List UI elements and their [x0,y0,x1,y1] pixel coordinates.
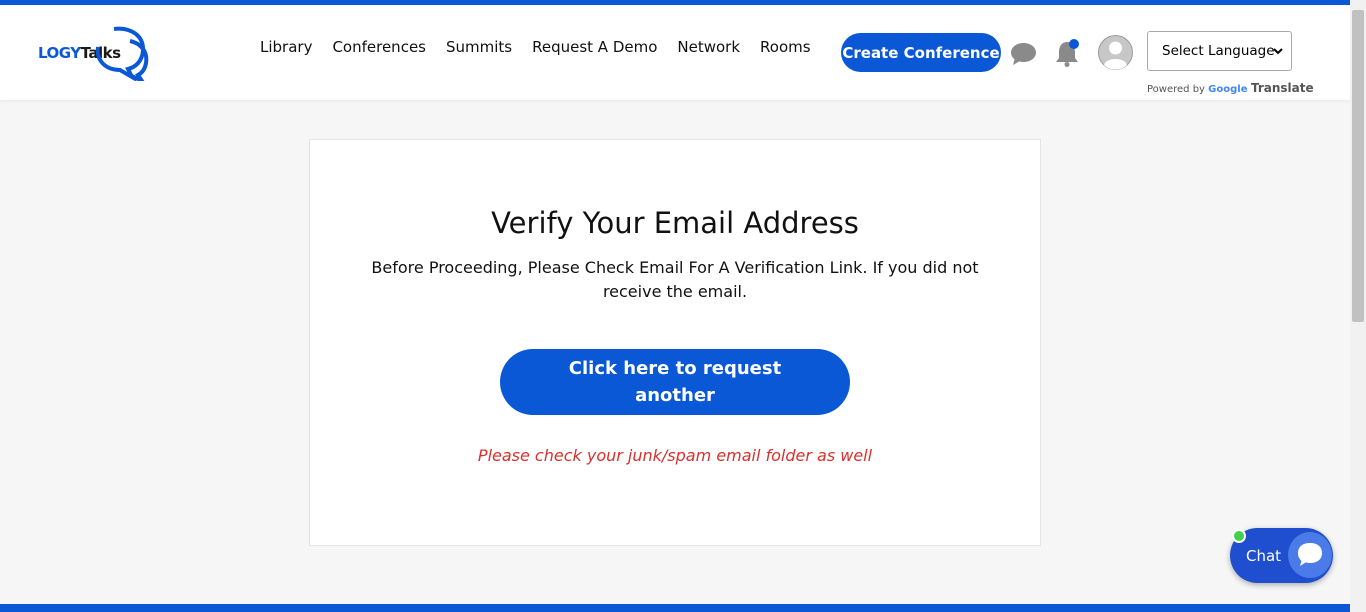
scrollbar-thumb[interactable] [1352,10,1364,322]
main-nav: Library Conferences Summits Request A De… [250,38,821,56]
bell-icon[interactable] [1055,38,1081,68]
logo-text-logy: LOGY [38,44,81,62]
bottom-accent-bar [0,604,1350,612]
nav-network[interactable]: Network [677,38,740,56]
request-verification-button[interactable]: Click here to request another [500,349,850,415]
nav-rooms[interactable]: Rooms [760,38,811,56]
nav-conferences[interactable]: Conferences [332,38,426,56]
google-logo[interactable]: Google [1208,84,1251,95]
page-title: Verify Your Email Address [491,206,859,240]
chat-widget-button[interactable]: Chat [1230,528,1333,583]
nav-request-demo[interactable]: Request A Demo [532,38,657,56]
create-conference-button[interactable]: Create Conference [841,33,1001,72]
chevron-down-icon [1273,48,1283,55]
request-button-label: Click here to request another [568,358,782,406]
chat-widget-bubble [1288,532,1332,578]
logo[interactable]: LOGYTalks [38,25,153,83]
powered-by-text: Powered by [1147,84,1205,95]
online-status-dot [1232,529,1246,543]
language-select[interactable]: Select Language [1147,31,1292,71]
google-translate-attribution: Powered by Google Translate [1147,81,1314,95]
chat-bubble-icon[interactable] [1010,42,1037,66]
translate-link[interactable]: Translate [1251,81,1314,95]
logo-bubbles-icon [95,26,149,81]
verify-email-card: Verify Your Email Address Before Proceed… [309,139,1041,546]
spam-note: Please check your junk/spam email folder… [477,446,873,465]
language-select-value: Select Language [1162,43,1275,59]
chat-widget-icon [1298,543,1322,566]
nav-summits[interactable]: Summits [446,38,512,56]
verify-message: Before Proceeding, Please Check Email Fo… [371,258,979,301]
nav-library[interactable]: Library [260,38,312,56]
site-header: LOGYTalks Library Conferences Summits Re… [0,5,1350,100]
user-avatar-icon[interactable] [1098,35,1133,70]
vertical-scrollbar[interactable] [1350,0,1366,612]
chat-widget-label: Chat [1246,547,1282,565]
